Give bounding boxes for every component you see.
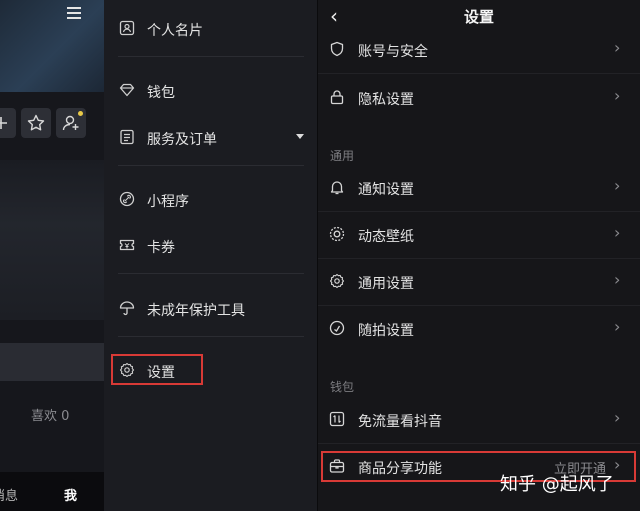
plus-icon xyxy=(0,117,7,129)
id-card-icon xyxy=(119,20,135,36)
wallpaper-icon xyxy=(329,226,345,242)
settings-row-label: 账号与安全 xyxy=(358,44,428,60)
settings-row-snapshot[interactable]: 随拍设置 › xyxy=(318,306,640,352)
nav-me[interactable]: 我 xyxy=(64,485,77,504)
lock-icon xyxy=(330,90,344,105)
chevron-right-icon: › xyxy=(614,408,621,427)
settings-row-label: 通用设置 xyxy=(358,276,414,292)
chevron-right-icon: › xyxy=(614,38,621,57)
page-title: 设置 xyxy=(463,8,494,26)
drawer-item-label: 钱包 xyxy=(147,85,175,101)
divider xyxy=(118,273,304,274)
settings-highlight-box xyxy=(111,354,203,385)
drawer-item-wallet[interactable]: 钱包 xyxy=(104,73,318,107)
divider xyxy=(118,56,304,57)
section-header-general: 通用 xyxy=(330,149,355,163)
drawer-item-label: 小程序 xyxy=(147,194,189,210)
menu-icon[interactable] xyxy=(63,2,85,24)
chevron-right-icon: › xyxy=(614,223,621,242)
data-free-icon xyxy=(329,411,345,427)
profile-content xyxy=(0,160,104,320)
chevron-right-icon: › xyxy=(614,270,621,289)
divider xyxy=(118,165,304,166)
coupon-icon xyxy=(119,239,135,251)
section-header-wallet: 钱包 xyxy=(330,380,355,394)
drawer-item-coupons[interactable]: 卡券 xyxy=(104,228,318,262)
notification-dot xyxy=(78,111,83,116)
drawer-item-minor-protection[interactable]: 未成年保护工具 xyxy=(104,291,318,325)
chevron-right-icon: › xyxy=(614,317,621,336)
settings-row-label: 免流量看抖音 xyxy=(358,414,442,430)
settings-row-privacy[interactable]: 隐私设置 › xyxy=(318,75,640,121)
settings-row-label: 隐私设置 xyxy=(358,92,414,108)
drawer-item-label: 个人名片 xyxy=(147,23,203,39)
settings-row-label: 通知设置 xyxy=(358,182,414,198)
settings-row-label: 随拍设置 xyxy=(358,323,414,339)
share-profile-button[interactable] xyxy=(0,108,16,138)
orders-icon xyxy=(120,129,134,145)
divider xyxy=(118,336,304,337)
mini-program-link-icon xyxy=(119,191,135,207)
profile-cover xyxy=(0,0,104,92)
settings-row-account-security[interactable]: 账号与安全 › xyxy=(318,27,640,73)
settings-row-live-wallpaper[interactable]: 动态壁纸 › xyxy=(318,212,640,258)
check-circle-icon xyxy=(329,320,345,336)
umbrella-icon xyxy=(119,301,135,316)
expand-caret-icon[interactable] xyxy=(296,134,304,139)
chevron-right-icon: › xyxy=(614,176,621,195)
profile-tab-bar[interactable] xyxy=(0,343,104,381)
favorites-button[interactable] xyxy=(21,108,51,138)
settings-row-general[interactable]: 通用设置 › xyxy=(318,259,640,305)
chevron-right-icon: › xyxy=(614,86,621,105)
side-drawer: 个人名片 钱包 服务及订单 小程序 卡券 未成年保护工具 设置 xyxy=(104,0,318,511)
add-user-icon xyxy=(62,115,79,131)
drawer-item-business-card[interactable]: 个人名片 xyxy=(104,11,318,45)
settings-row-label: 动态壁纸 xyxy=(358,229,414,245)
drawer-item-label: 未成年保护工具 xyxy=(147,303,245,319)
add-friend-button[interactable] xyxy=(56,108,86,138)
drawer-item-orders[interactable]: 服务及订单 xyxy=(104,120,318,154)
profile-panel: 喜欢 0 消息 我 xyxy=(0,0,104,511)
drawer-item-label: 卡券 xyxy=(147,240,175,256)
watermark: 知乎 @起风了 xyxy=(500,474,614,495)
drawer-item-label: 服务及订单 xyxy=(147,132,217,148)
divider xyxy=(318,73,640,74)
settings-row-notifications[interactable]: 通知设置 › xyxy=(318,165,640,211)
likes-count[interactable]: 喜欢 0 xyxy=(31,405,69,424)
drawer-item-mini-programs[interactable]: 小程序 xyxy=(104,182,318,216)
settings-panel: ‹ 设置 账号与安全 › 隐私设置 › 通用 通知设置 › 动态壁纸 › 通用设… xyxy=(318,0,640,511)
nav-messages[interactable]: 消息 xyxy=(0,485,18,504)
settings-row-data-free[interactable]: 免流量看抖音 › xyxy=(318,397,640,443)
wallet-diamond-icon xyxy=(119,83,135,97)
star-icon xyxy=(27,114,45,131)
settings-gear-icon xyxy=(329,273,345,289)
bell-icon xyxy=(330,181,344,195)
bottom-nav: 消息 我 xyxy=(0,472,104,511)
shield-icon xyxy=(330,41,344,57)
